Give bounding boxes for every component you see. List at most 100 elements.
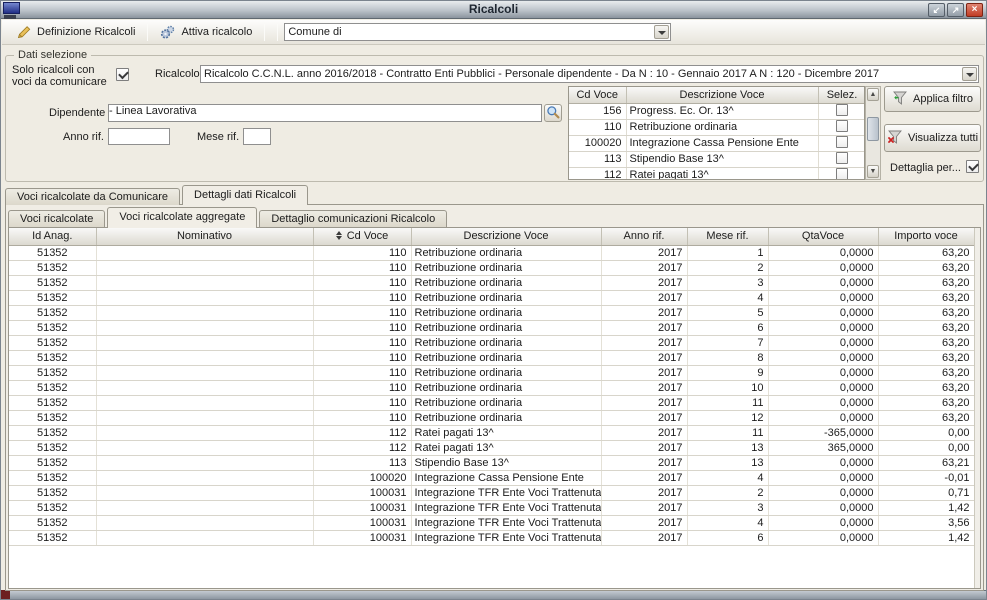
comune-combobox[interactable]: Comune di <box>284 23 671 41</box>
toolbar-separator <box>147 24 148 41</box>
tab-label: Dettaglio comunicazioni Ricalcolo <box>271 213 435 225</box>
resize-grip[interactable] <box>1 590 10 599</box>
col-header-mese-rif[interactable]: Mese rif. <box>687 228 768 245</box>
group-title: Dati selezione <box>14 49 91 61</box>
dipendente-search-button[interactable] <box>544 104 562 122</box>
voce-select-checkbox[interactable] <box>836 168 848 180</box>
anno-rif-input[interactable] <box>108 128 170 145</box>
col-header-anno-rif[interactable]: Anno rif. <box>601 228 687 245</box>
dettaglia-per-checkbox[interactable] <box>966 160 979 173</box>
table-row[interactable]: 51352110Retribuzione ordinaria201770,000… <box>9 335 974 350</box>
table-row[interactable]: 51352110Retribuzione ordinaria2017110,00… <box>9 395 974 410</box>
maximize-button[interactable]: ↗ <box>947 3 964 17</box>
tabs-level1: Voci ricalcolate da Comunicare Dettagli … <box>5 185 310 205</box>
table-row[interactable]: 51352112Ratei pagati 13^201711-365,00000… <box>9 425 974 440</box>
dettaglia-per-label: Dettaglia per... <box>890 162 961 174</box>
table-row[interactable]: 51352100031Integrazione TFR Ente Voci Tr… <box>9 515 974 530</box>
restore-down-button[interactable]: ↙ <box>928 3 945 17</box>
attiva-ricalcolo-label: Attiva ricalcolo <box>181 26 252 38</box>
voci-row[interactable]: 100020Integrazione Cassa Pensione Ente <box>569 135 865 151</box>
table-row[interactable]: 51352112Ratei pagati 13^201713365,00000,… <box>9 440 974 455</box>
dettagli-panel: Id Anag. Nominativo Cd Voce Descrizione … <box>5 204 984 591</box>
mese-rif-input[interactable] <box>243 128 271 145</box>
table-row[interactable]: 51352100020Integrazione Cassa Pensione E… <box>9 470 974 485</box>
ricalcolo-combobox[interactable]: Ricalcolo C.C.N.L. anno 2016/2018 - Cont… <box>200 65 979 83</box>
voci-table-body: 156Progress. Ec. Or. 13^110Retribuzione … <box>569 103 865 180</box>
window-controls: ↙ ↗ × <box>928 3 983 17</box>
table-row[interactable]: 51352110Retribuzione ordinaria2017120,00… <box>9 410 974 425</box>
solo-ricalcoli-label: Solo ricalcoli con voci da comunicare <box>12 64 112 88</box>
visualizza-tutti-button[interactable]: Visualizza tutti <box>884 124 981 152</box>
table-row[interactable]: 51352110Retribuzione ordinaria201790,000… <box>9 365 974 380</box>
col-header-nominativo[interactable]: Nominativo <box>96 228 313 245</box>
dipendente-label: Dipendente <box>49 107 105 119</box>
col-header-cd-voce[interactable]: Cd Voce <box>313 228 411 245</box>
tab-dettaglio-comunicazioni-ricalcolo[interactable]: Dettaglio comunicazioni Ricalcolo <box>259 210 447 227</box>
voci-row[interactable]: 112Ratei pagati 13^ <box>569 167 865 180</box>
attiva-ricalcolo-button[interactable]: Attiva ricalcolo <box>154 22 258 42</box>
col-header-qtavoce[interactable]: QtaVoce <box>768 228 878 245</box>
table-row[interactable]: 51352100031Integrazione TFR Ente Voci Tr… <box>9 530 974 545</box>
applica-filtro-button[interactable]: Applica filtro <box>884 86 981 112</box>
table-row[interactable]: 51352110Retribuzione ordinaria201740,000… <box>9 290 974 305</box>
sort-icon <box>336 231 343 240</box>
visualizza-tutti-label: Visualizza tutti <box>908 132 978 144</box>
gears-icon <box>160 24 176 40</box>
definizione-ricalcoli-label: Definizione Ricalcoli <box>37 26 135 38</box>
col-header-label: Cd Voce <box>347 230 389 242</box>
tab-voci-ricalcolate[interactable]: Voci ricalcolate <box>8 210 105 227</box>
voce-select-checkbox[interactable] <box>836 104 848 116</box>
tab-label: Voci ricalcolate <box>20 213 93 225</box>
mese-rif-label: Mese rif. <box>197 131 239 143</box>
table-row[interactable]: 51352110Retribuzione ordinaria201760,000… <box>9 320 974 335</box>
voci-row[interactable]: 156Progress. Ec. Or. 13^ <box>569 103 865 119</box>
table-row[interactable]: 51352110Retribuzione ordinaria2017100,00… <box>9 380 974 395</box>
table-row[interactable]: 51352110Retribuzione ordinaria201720,000… <box>9 260 974 275</box>
app-window: Ricalcoli ↙ ↗ × Definizione Ricalcoli At… <box>0 0 987 600</box>
results-header-row: Id Anag. Nominativo Cd Voce Descrizione … <box>9 228 974 245</box>
applica-filtro-label: Applica filtro <box>913 93 973 105</box>
close-button[interactable]: × <box>966 3 983 17</box>
col-header-id-anag[interactable]: Id Anag. <box>9 228 96 245</box>
tab-voci-ricalcolate-da-comunicare[interactable]: Voci ricalcolate da Comunicare <box>5 188 180 205</box>
dati-selezione-group: Dati selezione Solo ricalcoli con voci d… <box>5 55 984 182</box>
definizione-ricalcoli-button[interactable]: Definizione Ricalcoli <box>10 22 141 42</box>
table-row[interactable]: 51352110Retribuzione ordinaria201730,000… <box>9 275 974 290</box>
table-row[interactable]: 51352110Retribuzione ordinaria201750,000… <box>9 305 974 320</box>
scroll-down-icon[interactable]: ▼ <box>867 165 879 178</box>
voce-select-checkbox[interactable] <box>836 152 848 164</box>
dipendente-field[interactable]: - Linea Lavorativa <box>108 104 542 122</box>
table-row[interactable]: 51352110Retribuzione ordinaria201780,000… <box>9 350 974 365</box>
tab-voci-ricalcolate-aggregate[interactable]: Voci ricalcolate aggregate <box>107 207 257 227</box>
dipendente-field-value: - Linea Lavorativa <box>109 105 196 117</box>
table-row[interactable]: 51352110Retribuzione ordinaria201710,000… <box>9 245 974 260</box>
tab-dettagli-dati-ricalcoli[interactable]: Dettagli dati Ricalcoli <box>182 185 308 205</box>
table-row[interactable]: 51352100031Integrazione TFR Ente Voci Tr… <box>9 485 974 500</box>
voci-row[interactable]: 110Retribuzione ordinaria <box>569 119 865 135</box>
tab-label: Voci ricalcolate aggregate <box>119 211 245 223</box>
voci-header-desc[interactable]: Descrizione Voce <box>626 87 818 103</box>
ricalcolo-label: Ricalcolo <box>155 68 200 80</box>
voci-header-cd[interactable]: Cd Voce <box>569 87 626 103</box>
solo-ricalcoli-checkbox[interactable] <box>116 68 129 81</box>
voci-scrollbar[interactable]: ▲ ▼ <box>865 86 881 180</box>
grid-scroll-strip[interactable] <box>974 228 980 588</box>
scrollbar-thumb[interactable] <box>867 117 879 141</box>
results-table: Id Anag. Nominativo Cd Voce Descrizione … <box>9 228 975 546</box>
tab-label: Dettagli dati Ricalcoli <box>194 189 296 201</box>
table-row[interactable]: 51352113Stipendio Base 13^2017130,000063… <box>9 455 974 470</box>
col-header-importo-voce[interactable]: Importo voce <box>878 228 974 245</box>
voce-select-checkbox[interactable] <box>836 120 848 132</box>
table-row[interactable]: 51352100031Integrazione TFR Ente Voci Tr… <box>9 500 974 515</box>
voci-filter-table: Cd Voce Descrizione Voce Selez. 156Progr… <box>568 86 865 180</box>
tab-label: Voci ricalcolate da Comunicare <box>17 191 168 203</box>
chevron-down-icon[interactable] <box>654 25 669 39</box>
col-header-descrizione-voce[interactable]: Descrizione Voce <box>411 228 601 245</box>
scroll-up-icon[interactable]: ▲ <box>867 88 879 101</box>
results-table-body: 51352110Retribuzione ordinaria201710,000… <box>9 245 974 545</box>
voci-header-selez[interactable]: Selez. <box>818 87 865 103</box>
voci-row[interactable]: 113Stipendio Base 13^ <box>569 151 865 167</box>
comune-combobox-value: Comune di <box>288 26 652 38</box>
voce-select-checkbox[interactable] <box>836 136 848 148</box>
chevron-down-icon[interactable] <box>962 67 977 81</box>
